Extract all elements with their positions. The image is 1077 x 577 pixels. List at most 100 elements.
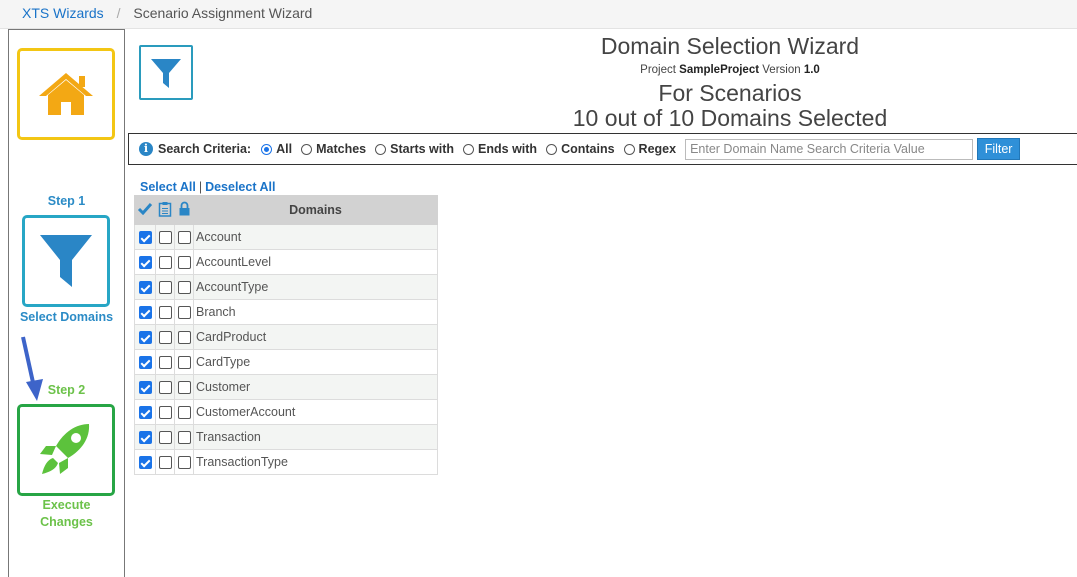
select-checkbox[interactable] bbox=[138, 256, 152, 270]
clipboard-checkbox[interactable] bbox=[158, 431, 172, 445]
domains-table: Domains Account AccountLevel AccountType… bbox=[134, 195, 438, 475]
domain-name: Transaction bbox=[193, 424, 438, 450]
clipboard-checkbox[interactable] bbox=[158, 356, 172, 370]
breadcrumb-separator: / bbox=[116, 5, 121, 21]
clipboard-icon bbox=[158, 201, 172, 217]
wizard-header-filter-badge bbox=[139, 45, 193, 100]
lock-checkbox[interactable] bbox=[177, 456, 191, 470]
select-checkbox[interactable] bbox=[138, 281, 152, 295]
select-checkbox[interactable] bbox=[138, 381, 152, 395]
clipboard-checkbox[interactable] bbox=[158, 256, 172, 270]
clipboard-checkbox[interactable] bbox=[158, 381, 172, 395]
radio-option-starts-with[interactable]: Starts with bbox=[375, 142, 454, 156]
deselect-all-link[interactable]: Deselect All bbox=[205, 180, 275, 194]
link-separator: | bbox=[198, 180, 203, 194]
project-prefix: Project bbox=[640, 64, 676, 76]
clipboard-checkbox[interactable] bbox=[158, 456, 172, 470]
radio-button[interactable] bbox=[463, 143, 475, 155]
breadcrumb-link-xts-wizards[interactable]: XTS Wizards bbox=[22, 5, 104, 21]
lock-checkbox[interactable] bbox=[177, 306, 191, 320]
header-clipboard-column bbox=[155, 195, 175, 225]
project-version-line: Project SampleProject Version 1.0 bbox=[380, 62, 1077, 78]
lock-checkbox[interactable] bbox=[177, 406, 191, 420]
clipboard-checkbox[interactable] bbox=[158, 281, 172, 295]
page-title: Domain Selection Wizard bbox=[600, 33, 860, 59]
clipboard-checkbox[interactable] bbox=[158, 231, 172, 245]
radio-option-all[interactable]: All bbox=[261, 142, 292, 156]
info-icon[interactable]: i bbox=[139, 142, 153, 156]
step2-caption-line2: Changes bbox=[40, 515, 93, 529]
select-checkbox[interactable] bbox=[138, 356, 152, 370]
select-all-link[interactable]: Select All bbox=[140, 180, 196, 194]
domain-search-input[interactable] bbox=[685, 138, 974, 160]
lock-checkbox[interactable] bbox=[177, 256, 191, 270]
step2-label: Step 2 bbox=[47, 383, 86, 397]
domain-name: CustomerAccount bbox=[193, 399, 438, 425]
step2-caption-line1: Execute bbox=[42, 498, 91, 512]
select-checkbox[interactable] bbox=[138, 431, 152, 445]
table-row: TransactionType bbox=[134, 449, 438, 475]
rocket-icon bbox=[40, 424, 90, 474]
radio-button[interactable] bbox=[301, 143, 313, 155]
filter-icon bbox=[40, 235, 92, 287]
table-row: Account bbox=[134, 224, 438, 250]
select-checkbox[interactable] bbox=[138, 331, 152, 345]
table-row: CardProduct bbox=[134, 324, 438, 350]
lock-checkbox[interactable] bbox=[177, 381, 191, 395]
clipboard-checkbox[interactable] bbox=[158, 331, 172, 345]
select-checkbox[interactable] bbox=[138, 231, 152, 245]
version-number: 1.0 bbox=[803, 64, 820, 76]
table-row: Transaction bbox=[134, 424, 438, 450]
table-row: Customer bbox=[134, 374, 438, 400]
radio-button[interactable] bbox=[261, 143, 273, 155]
radio-option-regex[interactable]: Regex bbox=[623, 142, 676, 156]
lock-icon bbox=[179, 201, 189, 216]
domain-name: Branch bbox=[193, 299, 438, 325]
lock-checkbox[interactable] bbox=[177, 356, 191, 370]
clipboard-checkbox[interactable] bbox=[158, 406, 172, 420]
radio-button[interactable] bbox=[623, 143, 635, 155]
domains-column-header[interactable]: Domains bbox=[193, 195, 438, 225]
radio-button[interactable] bbox=[375, 143, 387, 155]
selection-summary: 10 out of 10 Domains Selected bbox=[572, 105, 888, 131]
radio-option-contains[interactable]: Contains bbox=[546, 142, 615, 156]
home-button[interactable] bbox=[17, 48, 115, 140]
clipboard-checkbox[interactable] bbox=[158, 306, 172, 320]
table-header-row: Domains bbox=[134, 195, 438, 225]
execute-changes-step-button[interactable] bbox=[17, 404, 115, 496]
table-row: CustomerAccount bbox=[134, 399, 438, 425]
checkmark-icon bbox=[137, 203, 153, 216]
search-criteria-label: Search Criteria: bbox=[158, 142, 252, 156]
domain-name: AccountLevel bbox=[193, 249, 438, 275]
table-row: Branch bbox=[134, 299, 438, 325]
search-criteria-bar: i Search Criteria: All Matches Starts wi… bbox=[128, 133, 1077, 165]
domain-name: Customer bbox=[193, 374, 438, 400]
version-prefix: Version bbox=[762, 64, 801, 76]
select-checkbox[interactable] bbox=[138, 306, 152, 320]
radio-option-matches[interactable]: Matches bbox=[301, 142, 366, 156]
filter-button[interactable]: Filter bbox=[977, 138, 1021, 160]
radio-option-ends-with[interactable]: Ends with bbox=[463, 142, 537, 156]
scope-title: For Scenarios bbox=[658, 80, 802, 106]
selection-links: Select All | Deselect All bbox=[140, 180, 275, 194]
select-checkbox[interactable] bbox=[138, 456, 152, 470]
home-icon bbox=[39, 73, 93, 115]
project-name: SampleProject bbox=[679, 64, 760, 76]
domain-name: TransactionType bbox=[193, 449, 438, 475]
lock-checkbox[interactable] bbox=[177, 331, 191, 345]
domain-name: CardProduct bbox=[193, 324, 438, 350]
header-lock-column bbox=[174, 195, 194, 225]
wizard-sidebar: Step 1 Select Domains Step 2 Execute Cha… bbox=[8, 29, 125, 577]
table-row: CardType bbox=[134, 349, 438, 375]
lock-checkbox[interactable] bbox=[177, 431, 191, 445]
step1-caption: Select Domains bbox=[19, 310, 114, 324]
filter-icon bbox=[151, 58, 181, 88]
lock-checkbox[interactable] bbox=[177, 231, 191, 245]
breadcrumb: XTS Wizards / Scenario Assignment Wizard bbox=[0, 0, 1077, 29]
header-check-column bbox=[134, 195, 156, 225]
select-domains-step-button[interactable] bbox=[22, 215, 110, 307]
radio-button[interactable] bbox=[546, 143, 558, 155]
table-row: AccountType bbox=[134, 274, 438, 300]
select-checkbox[interactable] bbox=[138, 406, 152, 420]
lock-checkbox[interactable] bbox=[177, 281, 191, 295]
